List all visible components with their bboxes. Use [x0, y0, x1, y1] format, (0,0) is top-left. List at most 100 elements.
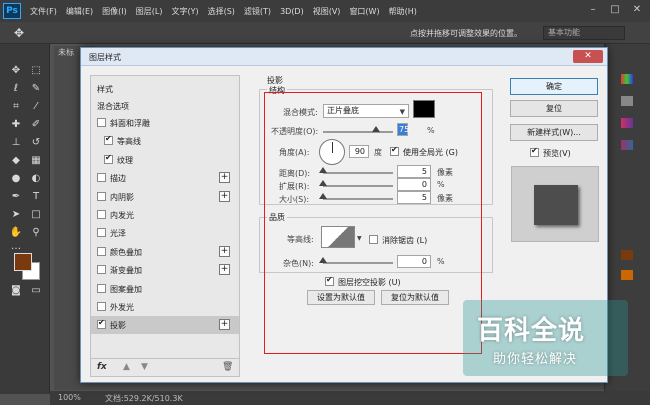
style-item-checkbox[interactable] — [97, 283, 106, 293]
minimize-icon[interactable]: – — [586, 3, 600, 17]
style-item[interactable]: 等高线 — [91, 132, 239, 150]
style-item-checkbox[interactable] — [97, 246, 106, 256]
quick-select-icon[interactable]: ✎ — [28, 82, 44, 96]
menu-help[interactable]: 帮助(H) — [389, 6, 417, 17]
add-effect-icon[interactable]: + — [219, 264, 230, 276]
style-item-checkbox[interactable] — [104, 153, 113, 164]
new-style-button[interactable]: 新建样式(W)... — [510, 124, 598, 141]
menu-select[interactable]: 选择(S) — [208, 6, 235, 17]
styles-panel-icon[interactable] — [621, 118, 633, 128]
crop-icon[interactable]: ⌗ — [8, 100, 24, 114]
hand-icon[interactable]: ✋ — [8, 226, 24, 240]
move-icon[interactable]: ✥ — [8, 64, 24, 78]
style-item-label: 等高线 — [117, 137, 141, 147]
quick-mask-icon[interactable]: ◙ — [8, 284, 24, 298]
trash-icon[interactable]: 🗑 — [222, 362, 233, 372]
layer-thumb-icon[interactable] — [621, 250, 633, 260]
style-item[interactable]: 纹理 — [91, 151, 239, 169]
adjustments-panel-icon[interactable] — [621, 140, 633, 150]
foreground-color-swatch[interactable] — [14, 253, 32, 271]
style-item[interactable]: 内阴影 + — [91, 188, 239, 206]
swatches-panel-icon[interactable] — [621, 96, 633, 106]
style-item-label: 渐变叠加 — [110, 266, 142, 276]
watermark-subtitle: 助你轻松解决 — [493, 352, 578, 367]
add-effect-icon[interactable]: + — [219, 319, 230, 331]
eraser-icon[interactable]: ◆ — [8, 154, 24, 168]
style-item-checkbox[interactable] — [97, 265, 106, 275]
menu-type[interactable]: 文字(Y) — [171, 6, 198, 17]
style-item-checkbox[interactable] — [104, 134, 113, 146]
menu-3d[interactable]: 3D(D) — [280, 7, 304, 16]
marquee-icon[interactable]: ⬚ — [28, 64, 44, 78]
style-item[interactable]: 描边 + — [91, 169, 239, 187]
style-item-checkbox[interactable] — [97, 318, 106, 330]
menu-image[interactable]: 图像(I) — [102, 6, 127, 17]
preview-checkbox[interactable] — [530, 146, 539, 157]
maximize-icon[interactable]: □ — [608, 3, 622, 17]
layer-thumb-2-icon[interactable] — [621, 270, 633, 280]
type-icon[interactable]: T — [28, 190, 44, 204]
style-item-checkbox[interactable] — [97, 118, 106, 127]
style-item[interactable]: 投影 + — [91, 316, 239, 335]
style-item[interactable]: 外发光 — [91, 298, 239, 316]
lasso-icon[interactable]: ℓ — [8, 82, 24, 96]
style-item-label: 外发光 — [110, 303, 134, 312]
preview-box — [511, 166, 599, 242]
style-item-checkbox[interactable] — [97, 228, 106, 238]
blur-icon[interactable]: ● — [8, 172, 24, 186]
menu-file[interactable]: 文件(F) — [30, 6, 57, 17]
eyedropper-icon[interactable]: ⁄ — [28, 100, 44, 114]
menu-view[interactable]: 视图(V) — [313, 6, 341, 17]
zoom-icon[interactable]: ⚲ — [28, 226, 44, 240]
add-effect-icon[interactable]: + — [219, 245, 230, 257]
style-list-header[interactable]: 样式 — [91, 80, 239, 98]
style-item[interactable]: 光泽 — [91, 224, 239, 242]
style-item[interactable]: 斜面和浮雕 — [91, 114, 239, 132]
history-brush-icon[interactable]: ↺ — [28, 136, 44, 150]
menu-edit[interactable]: 编辑(E) — [66, 6, 93, 17]
pen-icon[interactable]: ✒ — [8, 190, 24, 204]
path-select-icon[interactable]: ➤ — [8, 208, 24, 222]
add-effect-icon[interactable]: + — [219, 190, 230, 202]
more-tools-icon[interactable]: … — [8, 240, 24, 254]
rectangle-icon[interactable]: □ — [28, 208, 44, 222]
style-item-label: 内阴影 — [110, 192, 134, 202]
zoom-level[interactable]: 100% — [58, 393, 81, 402]
move-down-icon[interactable]: ▼ — [141, 362, 148, 372]
menu-layer[interactable]: 图层(L) — [136, 6, 163, 17]
menu-filter[interactable]: 滤镜(T) — [244, 6, 271, 17]
stamp-icon[interactable]: ⊥ — [8, 136, 24, 150]
move-tool-icon[interactable]: ✥ — [14, 26, 24, 40]
style-item-checkbox[interactable] — [97, 302, 106, 311]
reset-button[interactable]: 复位 — [510, 100, 598, 117]
menu-bar: Ps 文件(F) 编辑(E) 图像(I) 图层(L) 文字(Y) 选择(S) 滤… — [0, 0, 650, 22]
style-item[interactable]: 内发光 — [91, 206, 239, 224]
color-panel-icon[interactable] — [621, 74, 633, 84]
dialog-titlebar[interactable]: 图层样式 ✕ — [81, 48, 607, 66]
screen-mode-icon[interactable]: ▭ — [28, 284, 44, 298]
move-up-icon[interactable]: ▲ — [123, 362, 130, 372]
dialog-close-button[interactable]: ✕ — [573, 50, 603, 63]
style-item[interactable]: 图案叠加 — [91, 280, 239, 298]
fx-icon[interactable]: fx — [97, 362, 107, 372]
style-item-checkbox[interactable] — [97, 210, 106, 219]
style-item[interactable]: 渐变叠加 + — [91, 261, 239, 279]
close-window-icon[interactable]: ✕ — [630, 3, 644, 17]
healing-icon[interactable]: ✚ — [8, 118, 24, 132]
watermark-title: 百科全说 — [477, 316, 586, 346]
dodge-icon[interactable]: ◐ — [28, 172, 44, 186]
style-item[interactable]: 颜色叠加 + — [91, 243, 239, 261]
ok-button[interactable]: 确定 — [510, 78, 598, 95]
style-item-checkbox[interactable] — [97, 191, 106, 201]
style-item-label: 内发光 — [110, 211, 134, 220]
document-info: 文档:529.2K/510.3K — [105, 394, 183, 403]
style-item-label: 描边 — [110, 174, 126, 184]
menu-window[interactable]: 窗口(W) — [349, 6, 379, 17]
style-item-checkbox[interactable] — [97, 173, 106, 183]
gradient-icon[interactable]: ▦ — [28, 154, 44, 168]
options-hint: 点按并拖移可调整效果的位置。 — [410, 29, 522, 38]
blend-options-row[interactable]: 混合选项 — [91, 97, 239, 115]
workspace-select[interactable]: 基本功能 — [543, 26, 625, 40]
brush-icon[interactable]: ✐ — [28, 118, 44, 132]
add-effect-icon[interactable]: + — [219, 172, 230, 184]
